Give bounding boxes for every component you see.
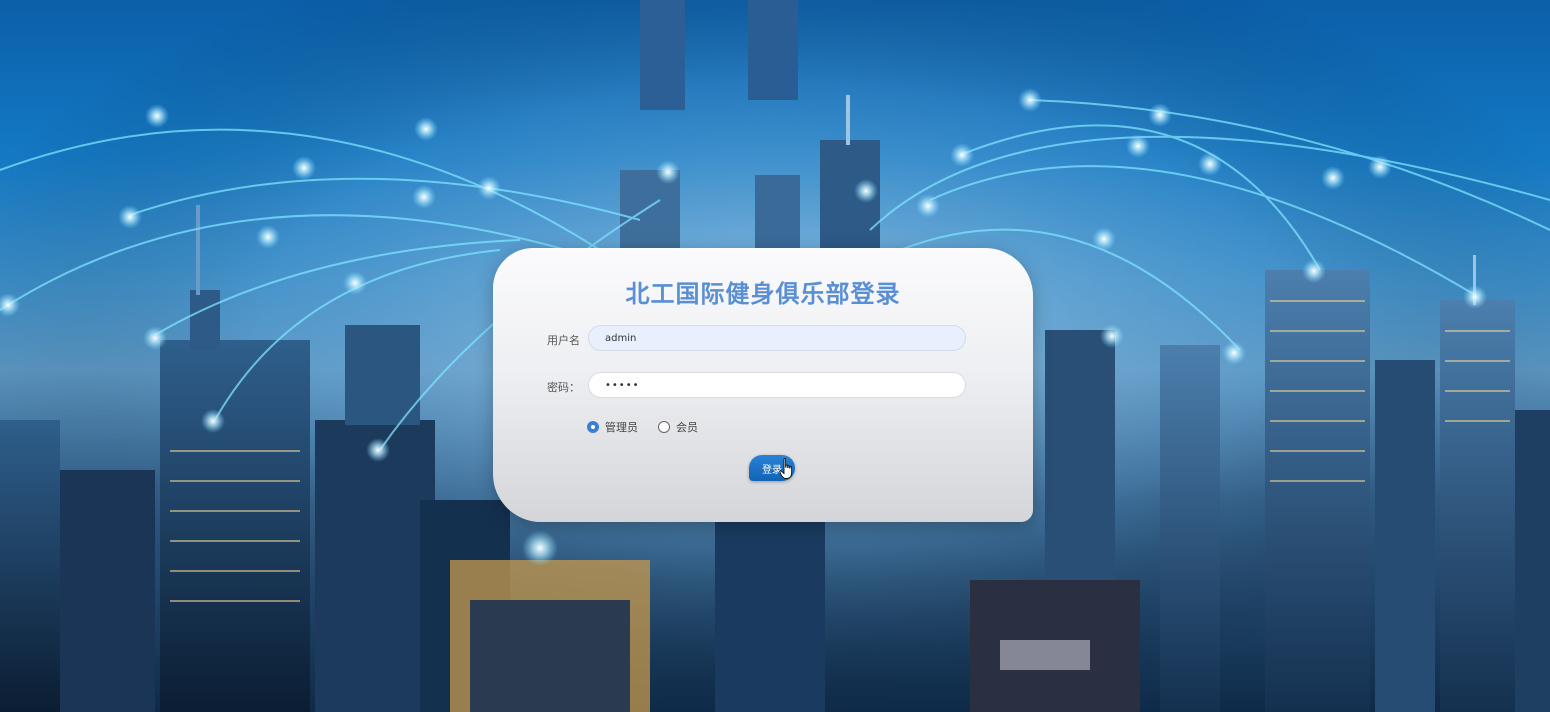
username-input[interactable] (588, 325, 966, 351)
login-page: 北工国际健身俱乐部登录 用户名 密码： 管理员 会员 登录 (0, 0, 1550, 712)
username-label: 用户名 (547, 334, 580, 347)
role-radio-group: 管理员 会员 (587, 419, 718, 435)
password-input[interactable] (588, 372, 966, 398)
radio-checked-icon[interactable] (587, 421, 599, 433)
role-member-label: 会员 (676, 421, 698, 434)
role-admin-label: 管理员 (605, 421, 638, 434)
password-label: 密码： (547, 381, 580, 394)
login-card: 北工国际健身俱乐部登录 用户名 密码： 管理员 会员 登录 (493, 248, 1033, 522)
role-option-admin[interactable]: 管理员 (587, 419, 638, 435)
radio-unchecked-icon[interactable] (658, 421, 670, 433)
hand-pointer-icon (779, 458, 793, 479)
login-title: 北工国际健身俱乐部登录 (625, 280, 901, 308)
role-option-member[interactable]: 会员 (658, 419, 698, 435)
